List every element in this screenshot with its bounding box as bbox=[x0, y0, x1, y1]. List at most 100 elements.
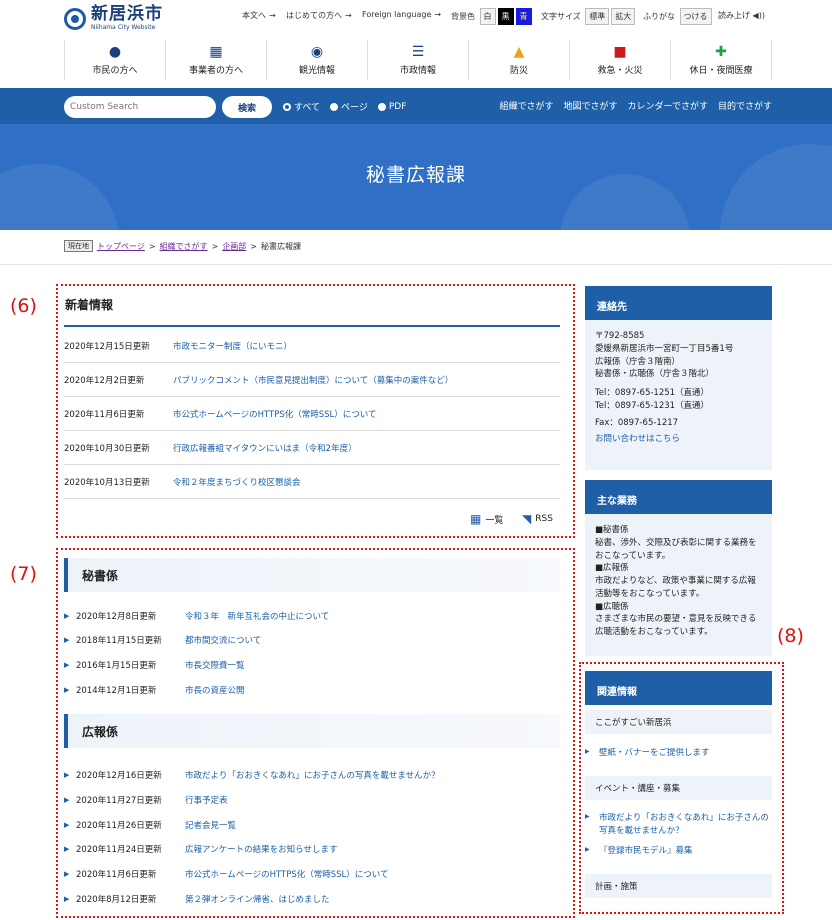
bullet-triangle-icon: ▶ bbox=[64, 895, 70, 903]
city-emblem-icon bbox=[64, 7, 86, 30]
annotation-marker-7: (7) bbox=[10, 563, 37, 585]
list-link[interactable]: 行事予定表 bbox=[185, 794, 228, 806]
list-item: ▶ 2020年11月27日更新 行事予定表 bbox=[64, 794, 228, 806]
bg-black-button[interactable]: 黒 bbox=[497, 8, 514, 25]
divider bbox=[0, 264, 832, 265]
breadcrumb-link-dept[interactable]: 企画部 bbox=[222, 241, 246, 252]
bullet-triangle-icon: ▶ bbox=[64, 821, 70, 829]
list-link[interactable]: 広報アンケートの結果をお知らせします bbox=[185, 843, 338, 855]
list-link[interactable]: 記者会見一覧 bbox=[185, 819, 236, 831]
medical-icon: ✚ bbox=[715, 44, 727, 60]
util-link-main[interactable]: 本文へ → bbox=[242, 10, 276, 21]
news-link[interactable]: 市公式ホームページのHTTPS化（常時SSL）について bbox=[173, 408, 377, 420]
related-link[interactable]: 『登録市民モデル』募集 bbox=[585, 845, 772, 858]
gnav-item-tourism[interactable]: ◉ 観光情報 bbox=[266, 40, 367, 80]
search-input[interactable] bbox=[64, 96, 216, 118]
gnav-item-citizens[interactable]: ● 市民の方へ bbox=[64, 40, 165, 80]
util-link-foreign[interactable]: Foreign language → bbox=[362, 10, 441, 19]
list-link[interactable]: 市公式ホームページのHTTPS化（常時SSL）について bbox=[185, 868, 389, 880]
contact-body: 〒792-8585 愛媛県新居浜市一宮町一丁目5番1号 広報係（庁舎３階南） 秘… bbox=[585, 320, 772, 470]
bullet-triangle-icon: ▶ bbox=[64, 796, 70, 804]
news-item: 2020年10月30日更新 行政広報番組マイタウンにいはま（令和2年度） bbox=[64, 432, 560, 465]
furigana-on-button[interactable]: つける bbox=[679, 8, 712, 25]
list-item: ▶ 2020年11月6日更新 市公式ホームページのHTTPS化（常時SSL）について bbox=[64, 868, 389, 880]
news-list-link[interactable]: ▦ 一覧 bbox=[470, 512, 503, 526]
list-link[interactable]: 第２弾オンライン帰省、はじめました bbox=[185, 893, 330, 905]
breadcrumb: 現在地 トップページ > 組織でさがす > 企画部 > 秘書広報課 bbox=[64, 240, 301, 252]
bg-blue-button[interactable]: 青 bbox=[515, 8, 532, 25]
related-link[interactable]: 市政だより「おおきくなあれ」にお子さんの写真を載せませんか？ bbox=[585, 812, 772, 838]
gnav-item-business[interactable]: ▦ 事業者の方へ bbox=[165, 40, 266, 80]
gnav-item-city-info[interactable]: ☰ 市政情報 bbox=[367, 40, 468, 80]
fontsize-large-button[interactable]: 拡大 bbox=[611, 8, 636, 25]
list-item: ▶ 2014年12月1日更新 市長の資産公開 bbox=[64, 684, 245, 696]
list-link[interactable]: 市長の資産公開 bbox=[185, 684, 245, 696]
news-link[interactable]: 行政広報番組マイタウンにいはま（令和2年度） bbox=[173, 442, 357, 454]
related-heading: 関連情報 bbox=[585, 671, 772, 705]
read-aloud-button[interactable]: 読み上げ ◀)) bbox=[718, 10, 765, 21]
related-category: イベント・講座・募集 bbox=[585, 776, 772, 800]
fontsize-normal-button[interactable]: 標準 bbox=[585, 8, 610, 25]
arrow-right-icon: → bbox=[269, 11, 276, 20]
list-link[interactable]: 市長交際費一覧 bbox=[185, 659, 245, 671]
bullet-triangle-icon: ▶ bbox=[64, 661, 70, 669]
rss-icon: ◥ bbox=[522, 512, 532, 526]
related-link-item: 『登録市民モデル』募集 bbox=[585, 845, 772, 858]
ambulance-icon: ■ bbox=[613, 44, 627, 60]
search-button[interactable]: 検索 bbox=[222, 96, 272, 118]
inquiry-link[interactable]: お問い合わせはこちら bbox=[595, 433, 762, 446]
site-logo[interactable]: 新居浜市 Niihama City Website bbox=[64, 6, 163, 31]
news-link[interactable]: 市政モニター制度（にいモニ） bbox=[173, 340, 292, 352]
scope-page-radio[interactable]: ページ bbox=[330, 100, 368, 113]
bullet-triangle-icon: ▶ bbox=[64, 771, 70, 779]
logo-title: 新居浜市 bbox=[91, 4, 163, 24]
gnav-item-medical[interactable]: ✚ 休日・夜間医療 bbox=[670, 40, 772, 80]
news-rule bbox=[64, 325, 560, 327]
scope-pdf-radio[interactable]: PDF bbox=[377, 100, 406, 113]
bullet-triangle-icon: ▶ bbox=[64, 636, 70, 644]
search-links: 組織でさがす 地図でさがす カレンダーでさがす 目的でさがす bbox=[499, 99, 772, 112]
speaker-icon: ◀)) bbox=[752, 11, 765, 20]
list-item: ▶ 2016年1月15日更新 市長交際費一覧 bbox=[64, 659, 245, 671]
related-link[interactable]: 壁紙・バナーをご提供します bbox=[585, 747, 772, 760]
list-item: ▶ 2020年12月8日更新 令和３年 新年互礼会の中止について bbox=[64, 610, 330, 622]
contact-heading: 連絡先 bbox=[585, 286, 772, 320]
radio-checked-icon bbox=[283, 102, 291, 111]
building-icon: ▦ bbox=[209, 44, 223, 60]
search-scope: すべて ページ PDF bbox=[283, 100, 406, 113]
scope-all-radio[interactable]: すべて bbox=[283, 100, 320, 113]
search-band: 検索 すべて ページ PDF 組織でさがす 地図でさがす カレンダーでさがす 目… bbox=[0, 88, 832, 124]
duties-heading: 主な業務 bbox=[585, 480, 772, 514]
search-by-map-link[interactable]: 地図でさがす bbox=[564, 99, 618, 112]
section-heading-hisho: 秘書係 bbox=[64, 558, 560, 592]
gnav-item-emergency[interactable]: ■ 救急・火災 bbox=[569, 40, 670, 80]
search-by-calendar-link[interactable]: カレンダーでさがす bbox=[628, 99, 708, 112]
list-link[interactable]: 市政だより「おおきくなあれ」にお子さんの写真を載せませんか？ bbox=[185, 769, 440, 781]
breadcrumb-tag: 現在地 bbox=[64, 240, 93, 252]
search-by-purpose-link[interactable]: 目的でさがす bbox=[718, 99, 772, 112]
news-link[interactable]: パブリックコメント（市民意見提出制度）について（募集中の案件など） bbox=[173, 374, 453, 386]
list-link[interactable]: 都市間交流について bbox=[185, 634, 261, 646]
news-item: 2020年11月6日更新 市公式ホームページのHTTPS化（常時SSL）について bbox=[64, 398, 560, 431]
list-icon: ☰ bbox=[411, 44, 425, 60]
news-link[interactable]: 令和２年度まちづくり校区懇談会 bbox=[173, 476, 301, 488]
map-pin-icon: ◉ bbox=[310, 44, 324, 60]
search-by-org-link[interactable]: 組織でさがす bbox=[499, 99, 553, 112]
util-link-beginners[interactable]: はじめての方へ → bbox=[286, 10, 352, 21]
bg-white-button[interactable]: 白 bbox=[479, 8, 496, 25]
news-rss-link[interactable]: ◥ RSS bbox=[522, 512, 553, 526]
helmet-icon: ▲ bbox=[513, 44, 525, 60]
related-category: 計画・施策 bbox=[585, 874, 772, 898]
annotation-marker-8: (8) bbox=[777, 625, 804, 647]
arrow-right-icon: → bbox=[434, 10, 442, 19]
page-title: 秘書広報課 bbox=[365, 164, 466, 186]
news-item: 2020年12月15日更新 市政モニター制度（にいモニ） bbox=[64, 330, 560, 363]
list-item: ▶ 2018年11月15日更新 都市間交流について bbox=[64, 634, 262, 646]
breadcrumb-link-org[interactable]: 組織でさがす bbox=[160, 241, 208, 252]
news-item: 2020年10月13日更新 令和２年度まちづくり校区懇談会 bbox=[64, 466, 560, 499]
related-link-item: 壁紙・バナーをご提供します bbox=[585, 747, 772, 760]
list-link[interactable]: 令和３年 新年互礼会の中止について bbox=[185, 610, 329, 622]
gnav-item-disaster[interactable]: ▲ 防災 bbox=[468, 40, 569, 80]
arrow-right-icon: → bbox=[345, 11, 352, 20]
breadcrumb-link-top[interactable]: トップページ bbox=[97, 241, 145, 252]
